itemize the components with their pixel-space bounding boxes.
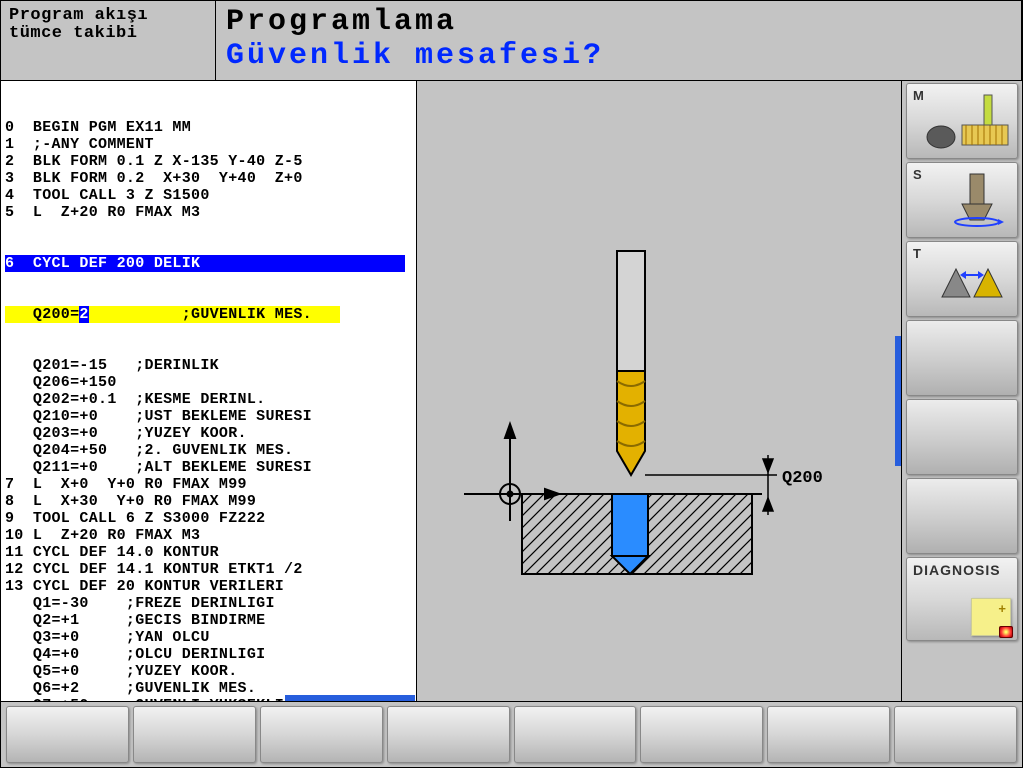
nc-line[interactable]: Q210=+0 ;UST BEKLEME SURESI (5, 408, 412, 425)
nc-line[interactable]: Q206=+150 (5, 374, 412, 391)
title-prompt: Güvenlik mesafesi? (226, 39, 1011, 73)
cursor-value[interactable]: 2 (79, 306, 88, 323)
nc-line[interactable]: Q2=+1 ;GECIS BINDIRME (5, 612, 412, 629)
nc-line[interactable]: 2 BLK FORM 0.1 Z X-135 Y-40 Z-5 (5, 153, 412, 170)
nc-line[interactable]: 9 TOOL CALL 6 Z S3000 FZ222 (5, 510, 412, 527)
nc-line[interactable]: Q3=+0 ;YAN OLCU (5, 629, 412, 646)
nc-line[interactable]: 1 ;-ANY COMMENT (5, 136, 412, 153)
title-main: Programlama (226, 5, 1011, 39)
softkey-4[interactable] (387, 706, 510, 763)
nc-line[interactable]: Q211=+0 ;ALT BEKLEME SURESI (5, 459, 412, 476)
side-btn-m[interactable]: M (906, 83, 1018, 159)
mode-line1: Program akışı (9, 7, 207, 25)
softkey-6[interactable] (640, 706, 763, 763)
help-graphic-pane: Q200 (417, 81, 902, 701)
nc-line[interactable]: Q202=+0.1 ;KESME DERINL. (5, 391, 412, 408)
active-param-row[interactable]: Q200=2 ;GUVENLIK MES. (5, 306, 340, 323)
softkey-7[interactable] (767, 706, 890, 763)
softkey-5[interactable] (514, 706, 637, 763)
nc-editor[interactable]: 0 BEGIN PGM EX11 MM1 ;-ANY COMMENT2 BLK … (1, 81, 417, 701)
nc-line[interactable]: 13 CYCL DEF 20 KONTUR VERILERI (5, 578, 412, 595)
diag-indicator-icon (999, 626, 1013, 638)
softkey-2[interactable] (133, 706, 256, 763)
nc-line[interactable]: 11 CYCL DEF 14.0 KONTUR (5, 544, 412, 561)
mode-box: Program akışı tümce takibi (1, 1, 216, 80)
side-btn-empty-3[interactable] (906, 478, 1018, 554)
softkey-3[interactable] (260, 706, 383, 763)
t-icon (912, 245, 1016, 311)
nc-line[interactable]: 12 CYCL DEF 14.1 KONTUR ETKT1 /2 (5, 561, 412, 578)
side-btn-empty-2[interactable] (906, 399, 1018, 475)
nc-line[interactable]: 0 BEGIN PGM EX11 MM (5, 119, 412, 136)
m-icon (912, 87, 1016, 153)
highlighted-line[interactable]: 6 CYCL DEF 200 DELIK (5, 255, 405, 272)
s-icon (912, 166, 1016, 232)
cycle-help-graphic (417, 81, 897, 701)
mode-line2: tümce takibi (9, 25, 207, 43)
nc-line[interactable]: Q203=+0 ;YUZEY KOOR. (5, 425, 412, 442)
softkey-row (1, 701, 1022, 767)
nc-line[interactable]: 3 BLK FORM 0.2 X+30 Y+40 Z+0 (5, 170, 412, 187)
nc-line[interactable]: Q4=+0 ;OLCU DERINLIGI (5, 646, 412, 663)
nc-line[interactable]: 10 L Z+20 R0 FMAX M3 (5, 527, 412, 544)
editor-scroll-thumb[interactable] (285, 695, 415, 701)
nc-line[interactable]: Q204=+50 ;2. GUVENLIK MES. (5, 442, 412, 459)
softkey-1[interactable] (6, 706, 129, 763)
nc-line[interactable]: Q1=-30 ;FREZE DERINLIGI (5, 595, 412, 612)
nc-line[interactable]: 4 TOOL CALL 3 Z S1500 (5, 187, 412, 204)
nc-line[interactable]: 7 L X+0 Y+0 R0 FMAX M99 (5, 476, 412, 493)
side-panel: M S T (902, 81, 1022, 701)
side-btn-t[interactable]: T (906, 241, 1018, 317)
side-btn-empty-1[interactable] (906, 320, 1018, 396)
title-box: Programlama Güvenlik mesafesi? (216, 1, 1022, 80)
softkey-8[interactable] (894, 706, 1017, 763)
side-btn-s[interactable]: S (906, 162, 1018, 238)
nc-line[interactable]: Q201=-15 ;DERINLIK (5, 357, 412, 374)
nc-line[interactable]: Q5=+0 ;YUZEY KOOR. (5, 663, 412, 680)
nc-line[interactable]: 5 L Z+20 R0 FMAX M3 (5, 204, 412, 221)
side-btn-diagnosis[interactable]: DIAGNOSIS (906, 557, 1018, 641)
param-label-q200: Q200 (782, 469, 823, 488)
graphic-scroll-thumb[interactable] (895, 336, 901, 466)
nc-line[interactable]: 8 L X+30 Y+0 R0 FMAX M99 (5, 493, 412, 510)
